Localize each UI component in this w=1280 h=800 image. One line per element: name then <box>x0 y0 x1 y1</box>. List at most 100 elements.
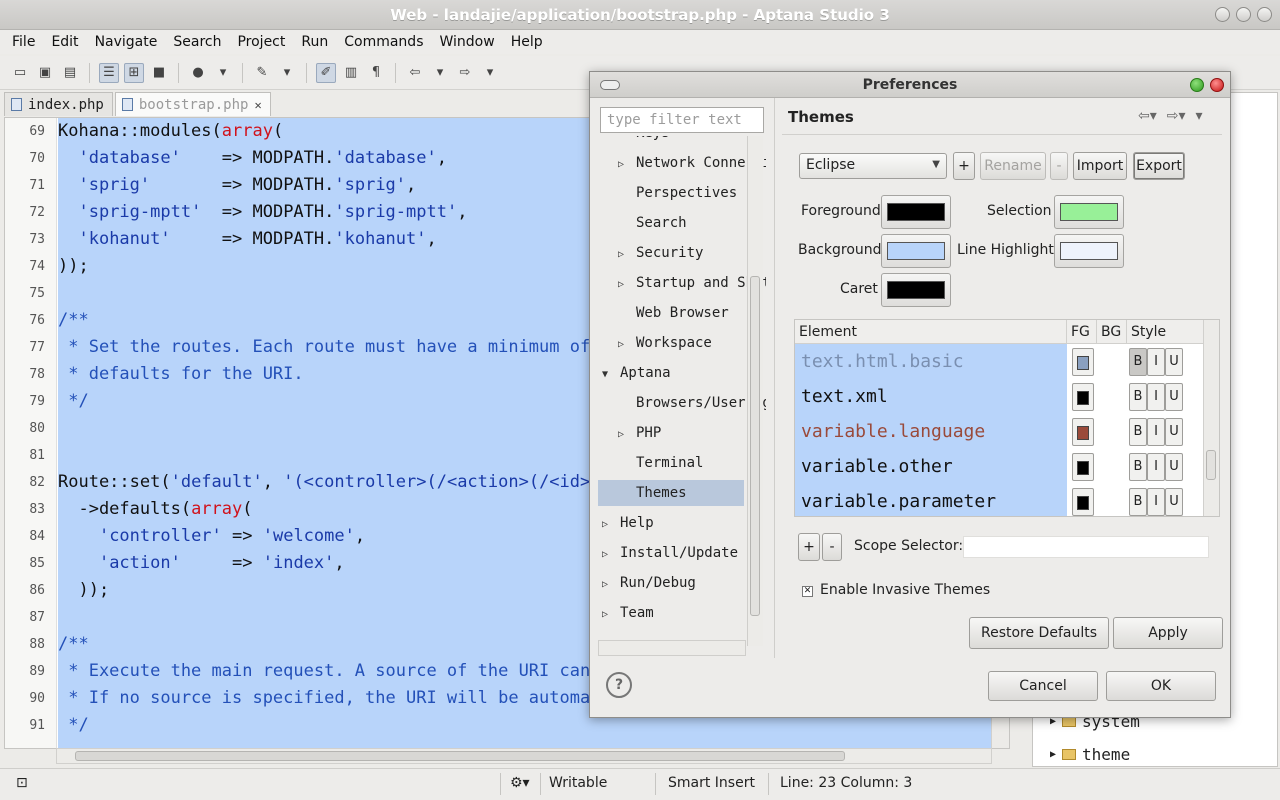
tree-item-help[interactable]: ▷ Help <box>598 510 654 536</box>
cancel-button[interactable]: Cancel <box>988 671 1098 701</box>
invasive-themes-checkbox[interactable]: ✕ <box>802 586 813 597</box>
table-vertical-scrollbar[interactable] <box>1203 320 1219 516</box>
code-line[interactable]: Kohana::modules(array( <box>58 118 283 145</box>
add-theme-button[interactable]: + <box>953 152 975 180</box>
scope-selector-input[interactable] <box>963 536 1209 558</box>
menu-search[interactable]: Search <box>165 34 229 50</box>
code-line[interactable]: 'kohanut' => MODPATH.'kohanut', <box>58 226 436 253</box>
underline-toggle[interactable]: U <box>1165 383 1183 411</box>
bold-toggle[interactable]: B <box>1129 488 1147 516</box>
bold-toggle[interactable]: B <box>1129 418 1147 446</box>
menu-window[interactable]: Window <box>431 34 502 50</box>
code-line[interactable]: /** <box>58 631 89 658</box>
gear-icon[interactable]: ⚙▾ <box>510 775 530 791</box>
tree-horizontal-scrollbar[interactable] <box>598 640 746 656</box>
close-window-button[interactable] <box>1257 7 1272 22</box>
table-row[interactable]: text.html.basic B I U <box>795 344 1205 379</box>
menu-edit[interactable]: Edit <box>43 34 86 50</box>
tree-item-team[interactable]: ▷ Team <box>598 600 654 626</box>
tree-item-browsers-user-agents[interactable]: Browsers/User Agents <box>598 390 766 416</box>
code-line[interactable]: ->defaults(array( <box>58 496 252 523</box>
code-line[interactable]: 'sprig-mptt' => MODPATH.'sprig-mptt', <box>58 199 467 226</box>
code-line[interactable]: 'sprig' => MODPATH.'sprig', <box>58 172 416 199</box>
back-arrow-icon[interactable]: ⇦ <box>405 63 425 83</box>
wrench-icon[interactable]: ✎ <box>252 63 272 83</box>
tree-vertical-scrollbar[interactable] <box>747 136 763 646</box>
code-line[interactable]: * If no source is specified, the URI wil… <box>58 685 621 712</box>
expand-arrow-icon[interactable]: ▷ <box>618 332 630 358</box>
fg-color-button[interactable] <box>1072 348 1094 376</box>
tree-item-keys[interactable]: Keys <box>598 136 670 146</box>
tree-item-startup-and-shutdown[interactable]: ▷Startup and Shutdown <box>598 270 766 296</box>
scrollbar-thumb[interactable] <box>1206 450 1216 480</box>
help-icon[interactable]: ? <box>606 672 632 698</box>
collapse-arrow-icon[interactable]: ▼ <box>602 362 614 388</box>
tree-icon[interactable]: ⊞ <box>124 62 144 83</box>
element-column-header[interactable]: Element <box>795 320 1067 344</box>
expand-arrow-icon[interactable]: ▷ <box>602 512 614 538</box>
show-whitespace-icon[interactable]: ¶ <box>366 63 386 83</box>
restore-defaults-button[interactable]: Restore Defaults <box>969 617 1109 649</box>
code-line[interactable]: * defaults for the URI. <box>58 361 303 388</box>
mark-occurrences-icon[interactable]: ✐ <box>316 62 336 83</box>
bold-toggle[interactable]: B <box>1129 383 1147 411</box>
expand-arrow-icon[interactable]: ▷ <box>618 422 630 448</box>
expand-arrow-icon[interactable]: ▷ <box>602 602 614 628</box>
dropdown-icon[interactable]: ▾ <box>277 63 297 83</box>
import-button[interactable]: Import <box>1073 152 1127 180</box>
forward-arrow-icon[interactable]: ⇨ <box>455 63 475 83</box>
save-icon[interactable]: ▣ <box>35 63 55 83</box>
minimize-button[interactable] <box>1215 7 1230 22</box>
print-icon[interactable]: ▤ <box>60 63 80 83</box>
caret-color-button[interactable] <box>881 273 951 307</box>
underline-toggle[interactable]: U <box>1165 418 1183 446</box>
fg-color-button[interactable] <box>1072 418 1094 446</box>
dialog-maximize-button[interactable] <box>1190 78 1204 92</box>
theme-select[interactable]: Eclipse ▼ <box>799 153 947 179</box>
menu-project[interactable]: Project <box>229 34 293 50</box>
export-button[interactable]: Export <box>1133 152 1185 180</box>
editor-horizontal-scrollbar[interactable] <box>56 748 992 764</box>
new-file-icon[interactable]: ▭ <box>10 63 30 83</box>
dialog-close-button[interactable] <box>1210 78 1224 92</box>
tree-item-theme[interactable]: ▶ theme <box>1050 745 1130 764</box>
tree-item-run-debug[interactable]: ▷ Run/Debug <box>598 570 696 596</box>
apply-button[interactable]: Apply <box>1113 617 1223 649</box>
tree-item-terminal[interactable]: Terminal <box>598 450 703 476</box>
code-line[interactable]: 'database' => MODPATH.'database', <box>58 145 447 172</box>
block-selection-icon[interactable]: ▥ <box>341 63 361 83</box>
underline-toggle[interactable]: U <box>1165 453 1183 481</box>
tab-bootstrap-php[interactable]: bootstrap.php ✕ <box>114 92 271 116</box>
tree-item-install-update[interactable]: ▷ Install/Update <box>598 540 738 566</box>
expand-arrow-icon[interactable]: ▷ <box>602 572 614 598</box>
italic-toggle[interactable]: I <box>1147 348 1165 376</box>
rename-theme-button[interactable]: Rename <box>980 152 1046 180</box>
code-line[interactable]: /** <box>58 307 89 334</box>
italic-toggle[interactable]: I <box>1147 418 1165 446</box>
remove-theme-button[interactable]: - <box>1050 152 1068 180</box>
tree-item-security[interactable]: ▷ Security <box>598 240 703 266</box>
tree-item-php[interactable]: ▷ PHP <box>598 420 661 446</box>
forward-arrow-icon[interactable]: ⇨▾ <box>1167 108 1186 124</box>
code-line[interactable]: */ <box>58 712 88 739</box>
outline-icon[interactable]: ☰ <box>99 62 119 83</box>
code-line[interactable]: * Execute the main request. A source of … <box>58 658 590 685</box>
italic-toggle[interactable]: I <box>1147 453 1165 481</box>
dropdown-icon[interactable]: ▾ <box>480 63 500 83</box>
code-line[interactable]: 'controller' => 'welcome', <box>58 523 365 550</box>
tree-item-perspectives[interactable]: Perspectives <box>598 180 737 206</box>
maximize-button[interactable] <box>1236 7 1251 22</box>
underline-toggle[interactable]: U <box>1165 348 1183 376</box>
tab-index-php[interactable]: index.php <box>4 92 113 116</box>
pane-divider[interactable] <box>774 98 775 658</box>
ok-button[interactable]: OK <box>1106 671 1216 701</box>
code-line[interactable]: )); <box>58 253 89 280</box>
code-line[interactable]: Route::set('default', '(<controller>(/<a… <box>58 469 631 496</box>
bold-toggle[interactable]: B <box>1129 453 1147 481</box>
code-line[interactable]: 'action' => 'index', <box>58 550 345 577</box>
remove-scope-button[interactable]: - <box>822 533 842 561</box>
italic-toggle[interactable]: I <box>1147 383 1165 411</box>
run-icon[interactable]: ● <box>188 63 208 83</box>
code-line[interactable]: * Set the routes. Each route must have a… <box>58 334 590 361</box>
tree-item-search[interactable]: Search <box>598 210 687 236</box>
